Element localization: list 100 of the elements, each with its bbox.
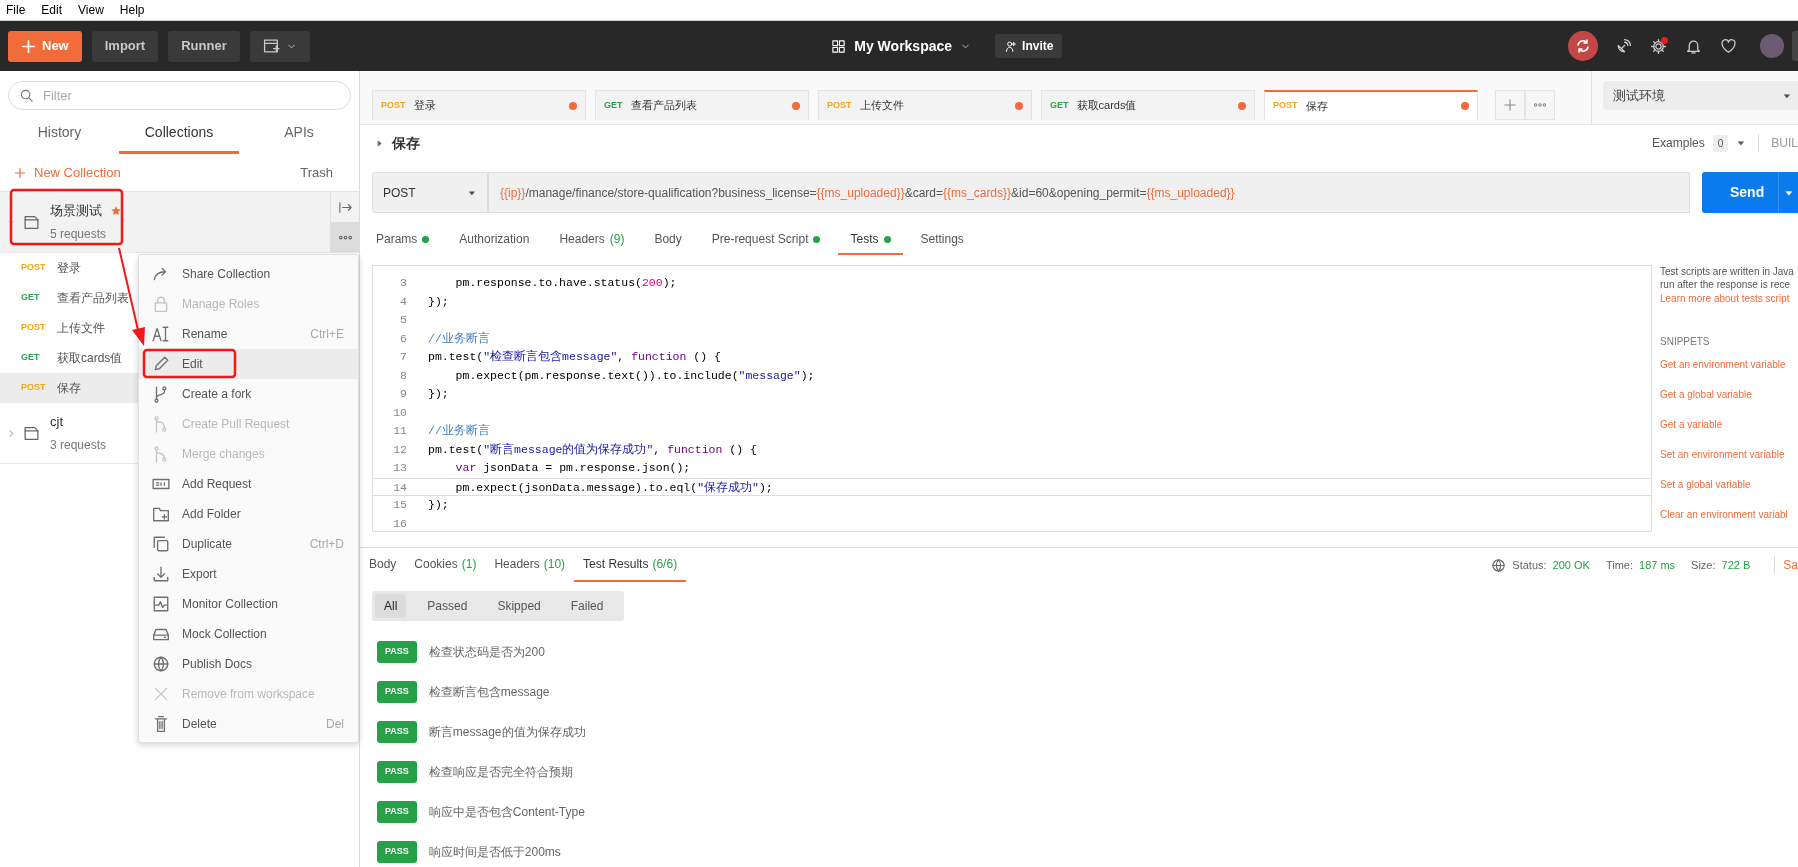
request-section-tab[interactable]: Settings	[908, 225, 976, 255]
method-label: POST	[827, 98, 852, 112]
line-number: 8	[399, 367, 407, 384]
request-tab[interactable]: POST 保存	[1264, 90, 1478, 120]
sidebar-tab[interactable]: APIs	[239, 114, 359, 154]
menu-item[interactable]: File	[6, 1, 26, 19]
satellite-icon	[1615, 37, 1632, 55]
sidebar-tab[interactable]: Collections	[119, 114, 239, 154]
request-section-tab[interactable]: Headers (9)	[547, 225, 637, 255]
method-label: GET	[604, 98, 623, 112]
request-tab[interactable]: GET 获取cards值	[1041, 90, 1255, 120]
request-section-tab[interactable]: Tests	[838, 225, 903, 255]
tab-title: 保存	[1305, 98, 1328, 114]
menu-item[interactable]: View	[78, 1, 104, 19]
filter-tab[interactable]: Skipped	[488, 594, 550, 618]
shortcut-label: Ctrl+E	[310, 326, 344, 343]
request-name: 保存	[57, 380, 81, 397]
filter-tab[interactable]: All	[375, 594, 407, 618]
caret-icon	[1736, 138, 1747, 148]
collection-name: cjt	[50, 413, 63, 432]
line-number: 4	[399, 293, 407, 310]
method-label: POST	[21, 321, 47, 335]
menu-item[interactable]: Add Request	[139, 469, 358, 499]
request-tab[interactable]: GET 查看产品列表	[595, 90, 809, 120]
menu-item[interactable]: Export	[139, 559, 358, 589]
code-line: pm.expect(pm.response.text()).to.include("message");	[454, 367, 815, 384]
filter-tab[interactable]: Failed	[561, 594, 613, 618]
menu-item[interactable]: Delete Del	[139, 709, 358, 739]
collection-name: 场景测试	[50, 202, 102, 221]
test-name: 断言message的值为保存成功	[428, 724, 586, 741]
new-window-button[interactable]	[249, 30, 310, 62]
request-section-tab[interactable]: Body	[642, 225, 694, 255]
method-select[interactable]: POST	[372, 172, 488, 213]
plus-icon	[14, 166, 26, 179]
count-label: (10)	[543, 556, 566, 573]
request-tab[interactable]: POST 上传文件	[818, 90, 1032, 120]
menu-item[interactable]: Rename Ctrl+E	[139, 319, 358, 349]
url-field[interactable]: {{ip}}/manage/finance/store-qualification?business_license={{ms_uploaded}}&card={{ms_cards}}&id=60&opening_permit={{ms_uploaded}}	[488, 172, 1690, 213]
method-label: GET	[21, 351, 41, 365]
import-button[interactable]: Import	[91, 30, 159, 62]
arrow-right-icon	[337, 199, 353, 215]
menu-item[interactable]: Edit	[139, 349, 358, 379]
response-tab[interactable]: Body	[360, 548, 406, 582]
code-line: pm.test("断言message的值为保存成功", function () {	[428, 441, 757, 458]
status-label: Status:	[1512, 557, 1547, 573]
more-button[interactable]	[331, 222, 359, 252]
line-number: 6	[399, 330, 407, 347]
code-line: });	[428, 386, 449, 402]
menu-item[interactable]: Mock Collection	[139, 619, 358, 649]
code-line: pm.expect(jsonData.message).to.eql("保存成功");	[454, 479, 773, 495]
method-label: POST	[1273, 99, 1298, 113]
filter-field[interactable]: Filter	[8, 81, 351, 110]
line-number: 10	[392, 404, 407, 421]
method-label: POST	[21, 381, 47, 395]
request-tab[interactable]: POST 登录	[372, 90, 586, 120]
code-line: //业务断言	[428, 330, 490, 347]
menu-item[interactable]: Publish Docs	[139, 649, 358, 679]
send-button[interactable]: Send	[1702, 172, 1798, 213]
status-value: 187 ms	[1639, 557, 1676, 573]
line-number: 3	[399, 275, 407, 291]
line-number: 15	[392, 497, 407, 513]
request-section-tab[interactable]: Pre-request Script	[699, 225, 833, 255]
code-line: });	[428, 497, 449, 513]
response-tab[interactable]: Cookies (1)	[405, 548, 486, 582]
runner-button[interactable]: Runner	[168, 30, 240, 62]
menu-item[interactable]: Create a fork	[139, 379, 358, 409]
response-tab[interactable]: Test Results (6/6)	[574, 548, 687, 582]
status-value: 200 OK	[1552, 557, 1590, 573]
new-tab-button[interactable]	[1495, 90, 1525, 120]
filter-tab[interactable]: Passed	[418, 594, 477, 618]
duplicate-icon	[152, 535, 170, 553]
environment-select[interactable]: 测试环境	[1603, 81, 1798, 110]
invite-button[interactable]: Invite	[995, 34, 1063, 58]
request-section-tab[interactable]: Authorization	[447, 225, 542, 255]
search-icon	[19, 88, 34, 103]
request-count: 3 requests	[50, 436, 107, 454]
menu-item[interactable]: Add Folder	[139, 499, 358, 529]
request-section-tab[interactable]: Params	[364, 225, 442, 255]
request-name: 查看产品列表	[57, 290, 129, 307]
menu-item[interactable]: Edit	[41, 1, 63, 19]
collection-row[interactable]: 场景测试 5 requests	[0, 192, 359, 253]
window-plus-icon	[262, 37, 280, 55]
line-number: 5	[399, 312, 407, 328]
menu-item[interactable]: Share Collection	[139, 259, 358, 289]
menu-item[interactable]: Duplicate Ctrl+D	[139, 529, 358, 559]
workspace-switcher[interactable]: My Workspace	[825, 34, 978, 58]
trash-button[interactable]: Trash	[294, 161, 339, 184]
download-icon	[152, 565, 170, 583]
line-number: 13	[392, 460, 407, 476]
response-tab[interactable]: Headers (10)	[485, 548, 575, 582]
menu-item[interactable]: Help	[119, 1, 145, 19]
sync-button[interactable]	[1568, 31, 1598, 61]
method-label: GET	[1050, 98, 1069, 112]
sidebar-tab[interactable]: History	[0, 114, 119, 154]
status-label: Size:	[1691, 557, 1716, 573]
menu-item[interactable]: Monitor Collection	[139, 589, 358, 619]
more-tabs-button[interactable]	[1525, 90, 1555, 120]
result-badge: PASS	[377, 681, 417, 703]
line-number: 16	[392, 515, 407, 531]
avatar[interactable]	[1760, 34, 1784, 58]
